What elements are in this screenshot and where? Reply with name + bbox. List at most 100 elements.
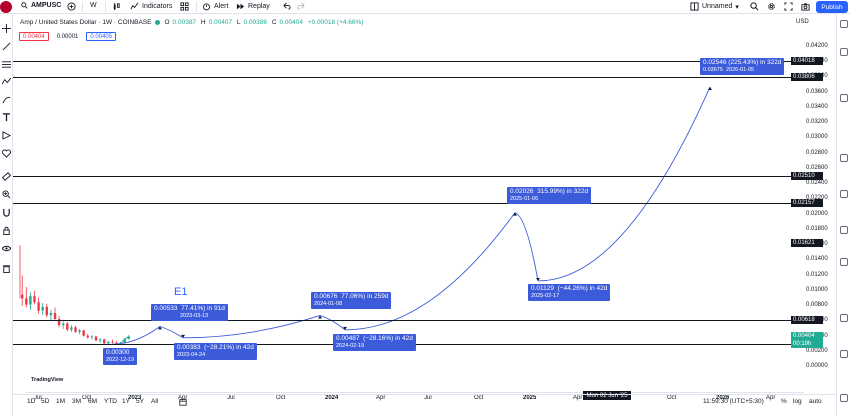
price-tick: 0.03400: [806, 103, 828, 110]
buy-price-button[interactable]: 0.00405: [86, 32, 117, 41]
horizontal-line[interactable]: [13, 175, 791, 177]
tag-change: 0.02546 (225.43%) in 322d: [703, 59, 782, 66]
compare-button[interactable]: [67, 2, 76, 11]
avatar[interactable]: [0, 1, 12, 13]
annotation-tag-5[interactable]: 0.00487 (−28.16%) in 42d 2024-02-19: [333, 334, 416, 351]
candles-icon: [113, 2, 120, 11]
low-label: L: [236, 19, 241, 26]
horizontal-line[interactable]: [13, 243, 791, 244]
ruler-icon[interactable]: [2, 172, 11, 181]
range-button-1y[interactable]: 1Y: [122, 398, 130, 405]
horizontal-line[interactable]: [13, 60, 791, 62]
sell-price-button[interactable]: 0.00404: [19, 32, 49, 41]
candle-body: [25, 298, 28, 305]
alert-label: Alert: [214, 3, 229, 10]
range-button-5d[interactable]: 5D: [41, 398, 49, 405]
range-button-1m[interactable]: 1M: [56, 398, 65, 405]
eye-icon[interactable]: [2, 244, 11, 253]
trend-line-icon[interactable]: [2, 42, 11, 51]
chart-type-button[interactable]: [112, 2, 121, 11]
notifications-icon[interactable]: [840, 258, 848, 266]
crosshair-icon[interactable]: [2, 24, 11, 33]
auto-toggle[interactable]: auto: [809, 398, 822, 405]
wave-label: E1: [174, 286, 188, 298]
clock-label[interactable]: 11:59:30 (UTC+5:30): [703, 398, 764, 405]
watchlist-icon[interactable]: [840, 20, 848, 28]
text-icon[interactable]: [2, 113, 11, 122]
annotation-tag-3[interactable]: 0.00383 (−28.21%) in 42d 2023-04-24: [174, 343, 257, 360]
trash-icon[interactable]: [2, 264, 11, 273]
alerts-panel-icon[interactable]: [840, 48, 848, 56]
price-tick: 0.02800: [806, 149, 828, 156]
candle-body: [49, 312, 53, 316]
range-button-3m[interactable]: 3M: [72, 398, 81, 405]
tag-price: 0.02026: [510, 188, 534, 195]
fib-icon[interactable]: [2, 60, 11, 69]
tag-date: 2022-12-19: [106, 357, 135, 364]
price-tick: 0.00200: [806, 347, 828, 354]
snapshot-button[interactable]: [801, 2, 810, 11]
price-tick: 0.01200: [806, 271, 828, 278]
fullscreen-button[interactable]: [784, 2, 793, 11]
chart-pane[interactable]: Amp / United States Dollar · 1W · COINBA…: [13, 14, 836, 401]
horizontal-line[interactable]: [13, 76, 791, 78]
layouts-button[interactable]: [180, 2, 189, 11]
projection-path: [319, 315, 346, 331]
heart-icon[interactable]: [2, 149, 11, 158]
chat-icon[interactable]: [840, 226, 848, 234]
projection-icon[interactable]: [2, 131, 11, 140]
help-icon[interactable]: [840, 350, 848, 358]
candle-body: [62, 323, 65, 326]
indicators-button[interactable]: Indicators: [130, 2, 172, 11]
price-tick: 0.02600: [806, 164, 828, 171]
publish-button[interactable]: Publish: [816, 1, 848, 13]
symbol-search-button[interactable]: AMPUSC: [21, 2, 61, 9]
interval-button[interactable]: W: [90, 2, 97, 9]
calendar-icon[interactable]: [840, 190, 848, 198]
magnet-icon[interactable]: [2, 208, 11, 217]
search-button[interactable]: [750, 2, 759, 11]
change-value: +0.00018 (+4.66%): [307, 19, 364, 26]
percent-toggle[interactable]: %: [781, 398, 787, 405]
pine-editor-icon[interactable]: [840, 314, 848, 322]
lock-icon[interactable]: [2, 226, 11, 235]
price-tick: 0.01400: [806, 256, 828, 263]
replay-button[interactable]: Replay: [236, 2, 270, 11]
ideas-icon[interactable]: [840, 94, 848, 102]
settings-button[interactable]: [767, 2, 776, 11]
range-button-6m[interactable]: 6M: [88, 398, 97, 405]
tag-date: 2026-01-05: [725, 67, 755, 74]
layout-menu-button[interactable]: Unnamed ▾: [690, 2, 739, 11]
range-button-1d[interactable]: 1D: [27, 398, 35, 405]
log-toggle[interactable]: log: [793, 398, 802, 405]
horizontal-line[interactable]: [13, 202, 791, 204]
tag-change: 315.99%) in 322d: [537, 188, 589, 195]
horizontal-line[interactable]: [13, 319, 791, 321]
calendar-range-icon[interactable]: [179, 398, 187, 406]
annotation-tag-2[interactable]: 0.00533 77.41%) in 91d 2023-03-13: [151, 304, 228, 321]
dom-icon[interactable]: [840, 394, 848, 402]
range-button-5y[interactable]: 5Y: [136, 398, 144, 405]
pattern-icon[interactable]: [2, 77, 11, 86]
alert-button[interactable]: Alert: [202, 2, 228, 11]
annotation-tag-8[interactable]: 0.02546 (225.43%) in 322d 0.03675 2026-0…: [700, 58, 785, 75]
tag-date: 2023-04-24: [177, 352, 206, 359]
annotation-tag-7[interactable]: 0.01129 (−44.26%) in 42d 2025-02-17: [528, 284, 611, 301]
tag-change: (−28.16%) in 42d: [363, 335, 413, 342]
legend-title: Amp / United States Dollar · 1W · COINBA…: [20, 19, 152, 26]
range-button-all[interactable]: All: [151, 398, 158, 405]
tag-price: 0.00383: [177, 344, 201, 351]
news-icon[interactable]: [840, 154, 848, 162]
range-button-ytd[interactable]: YTD: [104, 398, 117, 405]
annotation-tag-1[interactable]: 0.00300 2022-12-19: [103, 348, 138, 365]
annotation-tag-4[interactable]: 0.00676 77.06%) in 259d 2024-01-08: [311, 292, 392, 309]
brush-icon[interactable]: [2, 95, 11, 104]
chevron-down-icon: ▾: [735, 3, 739, 11]
interval-label: W: [90, 2, 97, 9]
zoom-in-icon[interactable]: [2, 190, 11, 199]
undo-button[interactable]: [282, 2, 291, 11]
redo-button[interactable]: [297, 2, 306, 11]
currency-label[interactable]: USD: [796, 19, 809, 25]
annotation-tag-6[interactable]: 0.02026 315.99%) in 322d 2025-01-06: [507, 187, 592, 204]
bottom-toolbar: 1D 5D 1M 3M 6M YTD 1Y 5Y All 11:59:30 (UTC+5:30)…: [13, 394, 836, 408]
